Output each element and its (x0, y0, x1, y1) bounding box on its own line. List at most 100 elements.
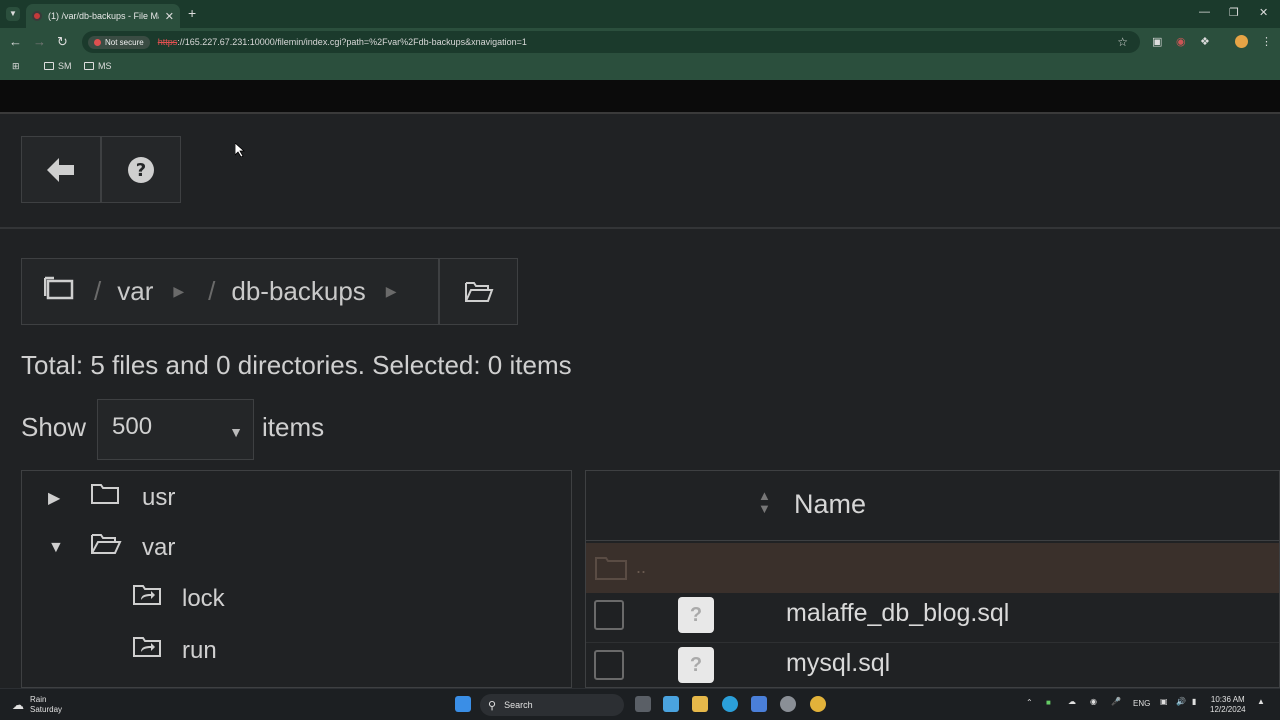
onedrive-icon[interactable]: ☁ (1068, 697, 1076, 706)
unknown-file-icon: ? (678, 597, 714, 633)
page-size-select[interactable]: 500 ▼ (97, 399, 254, 460)
window-close-icon[interactable]: ✕ (1259, 6, 1268, 19)
row-checkbox[interactable] (594, 650, 624, 680)
battery-icon[interactable]: ▮ (1192, 697, 1196, 706)
rain-cloud-icon: ☁ (12, 698, 24, 712)
new-tab-button[interactable]: + (188, 5, 196, 21)
taskbar-search-label: Search (504, 700, 533, 710)
mouse-cursor (234, 142, 246, 162)
table-row[interactable]: ? malaffe_db_blog.sql (586, 593, 1279, 643)
file-explorer-icon[interactable] (692, 696, 708, 712)
network-icon[interactable]: ▣ (1160, 697, 1168, 706)
tree-node-lock[interactable]: lock (132, 583, 225, 614)
security-label: Not secure (105, 37, 144, 47)
tree-node-usr[interactable]: ▶ usr (48, 482, 175, 513)
help-button[interactable]: ? (101, 136, 181, 203)
divider (0, 227, 1280, 229)
minimize-icon[interactable]: — (1199, 6, 1210, 18)
url-path: ://165.227.67.231:10000/filemin/index.cg… (177, 37, 527, 47)
apps-grid-icon[interactable]: ⊞ (12, 61, 20, 72)
profile-avatar[interactable] (1235, 35, 1248, 48)
breadcrumb-item-db-backups[interactable]: db-backups (231, 276, 365, 307)
breadcrumb-item-var[interactable]: var (117, 276, 153, 307)
parent-directory-row[interactable]: .. (586, 543, 1279, 593)
taskbar-search[interactable]: ⚲ Search (480, 694, 624, 716)
url-text[interactable]: https://165.227.67.231:10000/filemin/ind… (158, 37, 527, 47)
tray-app-icon[interactable]: ■ (1046, 698, 1051, 707)
weather-widget[interactable]: ☁ Rain Saturday (12, 695, 62, 715)
clock-date: 12/2/2024 (1210, 705, 1246, 714)
back-arrow-icon (47, 157, 74, 182)
tab-close-icon[interactable]: ✕ (165, 10, 174, 23)
caret-right-icon[interactable]: ▶ (48, 488, 68, 508)
warning-icon (94, 38, 101, 46)
microphone-icon[interactable]: 🎤 (1111, 697, 1121, 706)
taskbar-clock[interactable]: 10:36 AM 12/2/2024 (1210, 695, 1246, 715)
parent-directory-label: .. (636, 557, 647, 577)
root-folders-icon[interactable] (43, 276, 74, 307)
folder-icon (44, 62, 54, 70)
task-view-icon[interactable] (635, 696, 651, 712)
chatgpt-icon[interactable] (780, 696, 796, 712)
bookmark-folder-ms[interactable]: MS (84, 61, 112, 71)
bookmark-label: SM (58, 61, 72, 71)
help-question-icon: ? (128, 156, 154, 183)
bookmark-star-icon[interactable]: ☆ (1117, 35, 1128, 49)
browser-tab-active[interactable]: (1) /var/db-backups - File Mana ✕ (26, 4, 180, 28)
table-row[interactable]: ? mysql.sql (586, 643, 1279, 687)
browser-toolbar: ← → ↻ Not secure https://165.227.67.231:… (0, 28, 1280, 56)
cast-icon[interactable]: ▣ (1152, 35, 1162, 48)
url-protocol: https (157, 37, 178, 47)
caret-right-icon: ▶ (385, 283, 397, 299)
folder-icon (84, 62, 94, 70)
clock-time: 10:36 AM (1210, 695, 1245, 704)
extensions-puzzle-icon[interactable]: ❖ (1200, 35, 1210, 48)
open-folder-button[interactable] (439, 258, 518, 325)
windows-start-icon[interactable] (455, 696, 471, 712)
file-list-header: ▲ ▼ Name (586, 471, 1279, 541)
tab-title: (1) /var/db-backups - File Mana (48, 11, 159, 21)
store-icon[interactable] (751, 696, 767, 712)
column-header-name[interactable]: Name (794, 489, 866, 520)
tray-chevron-icon[interactable]: ⌃ (1026, 698, 1033, 707)
tree-node-label: run (182, 636, 217, 664)
bookmark-folder-sm[interactable]: SM (44, 61, 72, 71)
tree-node-var[interactable]: ▼ var (48, 532, 175, 563)
volume-icon[interactable]: 🔊 (1176, 697, 1186, 706)
back-button[interactable] (21, 136, 101, 203)
security-chip[interactable]: Not secure (88, 35, 150, 49)
row-checkbox[interactable] (594, 600, 624, 630)
menu-kebab-icon[interactable]: ⋮ (1261, 35, 1272, 48)
folder-open-icon (464, 281, 493, 302)
weather-day: Saturday (30, 705, 63, 714)
tree-node-label: usr (142, 483, 176, 511)
sort-icon[interactable]: ▲ ▼ (758, 489, 771, 515)
tree-node-run[interactable]: run (132, 635, 217, 666)
file-name[interactable]: malaffe_db_blog.sql (786, 599, 1009, 628)
tab-favicon-icon (32, 11, 42, 21)
address-bar[interactable]: Not secure https://165.227.67.231:10000/… (82, 31, 1140, 53)
forward-arrow-icon[interactable]: → (33, 34, 46, 49)
bookmark-label: MS (98, 61, 112, 71)
reload-icon[interactable]: ↻ (57, 34, 68, 50)
show-label: Show (21, 412, 87, 442)
breadcrumb-separator: / (94, 276, 102, 306)
folder-icon (595, 557, 627, 580)
bookmarks-bar: ⊞ SM MS (0, 56, 1280, 80)
back-arrow-icon[interactable]: ← (9, 34, 22, 49)
notification-bell-icon[interactable]: ▲ (1257, 697, 1265, 706)
chrome-icon[interactable] (810, 696, 826, 712)
edge-browser-icon[interactable] (722, 696, 738, 712)
restore-icon[interactable]: ❐ (1229, 6, 1239, 19)
tray-security-icon[interactable]: ◉ (1090, 697, 1097, 706)
copilot-icon[interactable] (663, 696, 679, 712)
file-name[interactable]: mysql.sql (786, 649, 890, 678)
caret-down-icon[interactable]: ▼ (48, 539, 68, 557)
unknown-file-icon: ? (678, 647, 714, 683)
folder-symlink-icon (132, 635, 162, 666)
language-indicator[interactable]: ENG (1133, 699, 1150, 708)
tab-list-button[interactable]: ▼ (6, 7, 20, 21)
directory-tree: ▶ usr ▼ var lock run (21, 470, 572, 688)
extension-record-icon[interactable]: ◉ (1176, 35, 1186, 48)
weather-label: Rain (30, 695, 47, 704)
